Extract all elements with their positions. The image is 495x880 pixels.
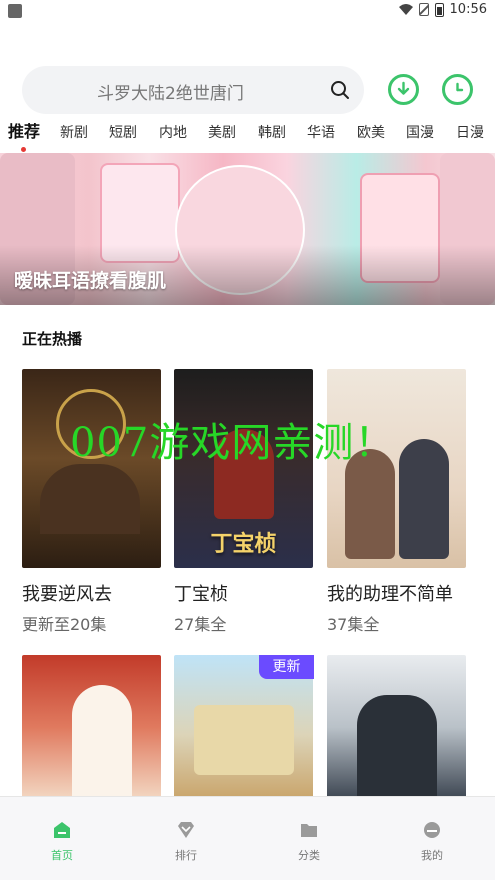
tab-short[interactable]: 短剧 [109, 122, 137, 144]
card-title[interactable]: 丁宝桢 [174, 580, 228, 606]
folder-icon [301, 824, 317, 837]
tab-europe[interactable]: 欧美 [357, 122, 385, 144]
nav-label: 首页 [51, 849, 73, 862]
card-poster[interactable] [22, 369, 161, 568]
search-input[interactable]: 斗罗大陆2绝世唐门 [22, 66, 364, 114]
poster-figure [72, 685, 132, 800]
card-subtitle: 27集全 [174, 615, 227, 634]
download-button[interactable] [388, 74, 419, 105]
nav-label: 分类 [298, 849, 320, 862]
nav-ranking[interactable]: 排行 [146, 797, 226, 880]
status-time: 10:56 [449, 2, 487, 17]
banner-title: 暧昧耳语撩看腹肌 [14, 270, 167, 292]
featured-banner[interactable]: 暧昧耳语撩看腹肌 [0, 153, 495, 305]
card-poster[interactable] [327, 655, 466, 800]
search-icon[interactable] [330, 80, 350, 100]
nav-profile[interactable]: 我的 [392, 797, 472, 880]
tab-recommend[interactable]: 推荐 [8, 121, 40, 143]
card-title[interactable]: 我要逆风去 [22, 580, 112, 606]
tab-cn-anime[interactable]: 国漫 [406, 122, 434, 144]
nav-category[interactable]: 分类 [269, 797, 349, 880]
tab-chinese[interactable]: 华语 [307, 122, 335, 144]
home-icon [54, 822, 70, 838]
tab-jp-anime[interactable]: 日漫 [456, 122, 484, 144]
card-subtitle: 更新至20集 [22, 615, 107, 634]
nav-label: 我的 [421, 849, 443, 862]
battery-icon [434, 2, 444, 17]
tab-new[interactable]: 新剧 [60, 122, 88, 144]
download-icon [397, 81, 410, 95]
status-icons: 10:56 [398, 2, 487, 17]
status-bar: 10:56 [0, 0, 495, 22]
card-title[interactable]: 我的助理不简单 [327, 580, 453, 606]
rank-icon [178, 822, 194, 838]
search-placeholder: 斗罗大陆2绝世唐门 [97, 84, 244, 104]
clock-icon [456, 82, 464, 92]
watermark-text: 007游戏网亲测！ [70, 420, 396, 466]
tab-korea[interactable]: 韩剧 [258, 122, 286, 144]
poster-figures [40, 464, 140, 534]
active-tab-indicator [21, 147, 26, 152]
poster-title: 丁宝桢 [210, 532, 277, 557]
profile-icon [424, 822, 440, 838]
wifi-icon [398, 4, 413, 15]
card-poster[interactable] [327, 369, 466, 568]
tab-mainland[interactable]: 内地 [159, 122, 187, 144]
update-badge: 更新 [259, 655, 314, 679]
card-subtitle: 37集全 [327, 615, 380, 634]
section-title: 正在热播 [22, 330, 83, 348]
card-poster[interactable]: 丁宝桢 [174, 369, 313, 568]
nav-label: 排行 [175, 849, 197, 862]
bottom-nav: 首页 排行 分类 我的 [0, 796, 495, 880]
poster-figures [357, 695, 437, 800]
poster-figure [399, 439, 449, 559]
category-tabs: 推荐 新剧 短剧 内地 美剧 韩剧 华语 欧美 国漫 日漫 [0, 122, 495, 148]
notification-icon [8, 4, 22, 18]
tab-us[interactable]: 美剧 [208, 122, 236, 144]
history-button[interactable] [442, 74, 473, 105]
no-sim-icon [418, 3, 429, 16]
nav-home[interactable]: 首页 [22, 797, 102, 880]
poster-building [194, 705, 294, 775]
card-poster[interactable] [22, 655, 161, 800]
